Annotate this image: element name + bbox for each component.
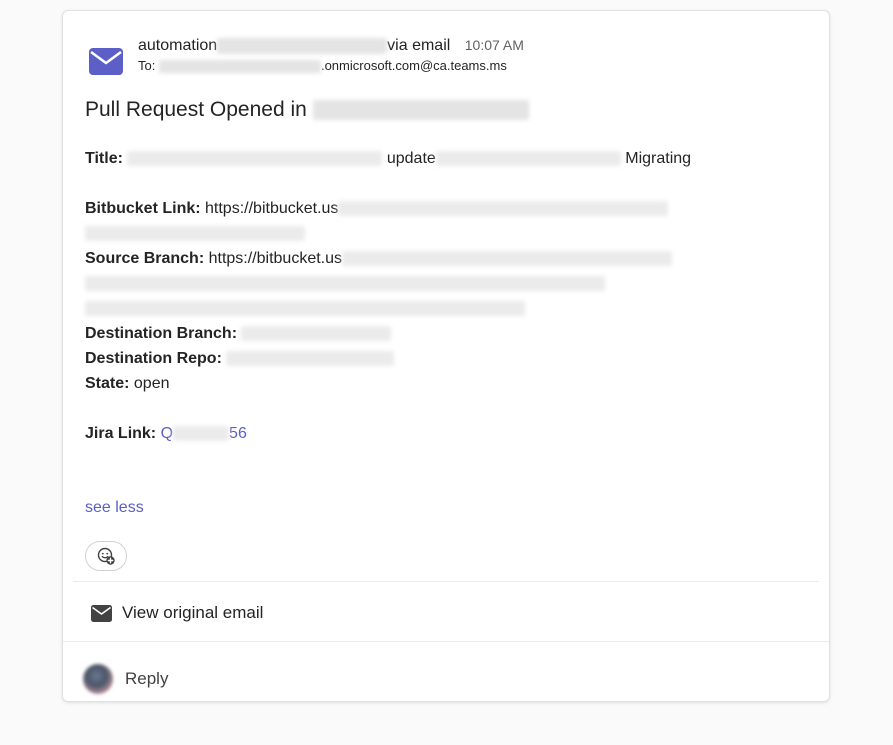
email-subject: Pull Request Opened in — [85, 96, 529, 124]
jira-label: Jira Link: — [85, 425, 157, 442]
title-row: Title: update Migrating — [85, 146, 725, 171]
divider-2 — [63, 641, 829, 642]
source-value[interactable]: https://bitbucket.us — [209, 250, 342, 267]
reply-label: Reply — [125, 669, 169, 688]
add-reaction-button[interactable] — [85, 541, 127, 571]
bitbucket-value[interactable]: https://bitbucket.us — [205, 200, 338, 217]
jira-link[interactable]: Q 56 — [161, 425, 247, 442]
state-row: State: open — [85, 371, 725, 396]
bitbucket-row-wrap — [85, 221, 725, 246]
view-original-email-button[interactable]: View original email — [91, 601, 263, 625]
email-header: automation via email 10:07 AM To: .onmicr… — [89, 35, 789, 79]
title-mid: update — [386, 150, 436, 167]
redacted-repo-name — [312, 100, 529, 121]
destination-repo-label: Destination Repo: — [85, 350, 222, 367]
redacted-title — [127, 151, 383, 167]
mail-icon — [89, 48, 123, 75]
bitbucket-label: Bitbucket Link: — [85, 200, 201, 217]
timestamp: 10:07 AM — [464, 37, 524, 53]
via-text: via email — [387, 37, 451, 54]
redacted-title-2 — [435, 151, 621, 167]
destination-repo-row: Destination Repo: — [85, 346, 725, 371]
sender-line: automation via email 10:07 AM — [138, 35, 524, 56]
recipient-line: To: .onmicrosoft.com@ca.teams.ms — [138, 57, 507, 75]
source-row-wrap — [85, 271, 725, 296]
avatar — [83, 664, 113, 694]
email-body: Title: update Migrating Bitbucket Link: … — [85, 146, 725, 446]
bitbucket-row: Bitbucket Link: https://bitbucket.us — [85, 196, 725, 221]
redacted-destination-repo — [226, 351, 395, 367]
state-value: open — [133, 375, 170, 392]
to-label: To: — [138, 58, 156, 73]
redacted-source-url-3 — [85, 301, 525, 317]
add-reaction-icon — [97, 547, 115, 565]
jira-row: Jira Link: Q 56 — [85, 421, 725, 446]
destination-branch-label: Destination Branch: — [85, 325, 238, 342]
redacted-sender — [217, 37, 388, 54]
title-suffix: Migrating — [625, 150, 692, 167]
state-label: State: — [85, 375, 130, 392]
recipient-domain: .onmicrosoft.com@ca.teams.ms — [320, 58, 507, 73]
redacted-source-url-2 — [85, 276, 605, 292]
redacted-destination-branch — [241, 326, 392, 342]
see-less-link[interactable]: see less — [85, 498, 144, 518]
redacted-source-url — [342, 251, 672, 267]
sender-name: automation — [138, 37, 218, 54]
source-row-wrap-2 — [85, 296, 725, 321]
destination-branch-row: Destination Branch: — [85, 321, 725, 346]
redacted-bitbucket-url-2 — [85, 226, 305, 242]
envelope-icon — [91, 604, 112, 622]
reply-button[interactable]: Reply — [83, 662, 168, 696]
email-card: automation via email 10:07 AM To: .onmicr… — [62, 10, 830, 702]
view-original-label: View original email — [122, 603, 264, 622]
source-label: Source Branch: — [85, 250, 205, 267]
redacted-bitbucket-url — [338, 201, 669, 217]
subject-text: Pull Request Opened in — [85, 98, 307, 121]
divider — [73, 581, 819, 582]
title-label: Title: — [85, 150, 123, 167]
redacted-jira-key — [173, 426, 230, 442]
source-row: Source Branch: https://bitbucket.us — [85, 246, 725, 271]
redacted-recipient — [158, 60, 321, 74]
